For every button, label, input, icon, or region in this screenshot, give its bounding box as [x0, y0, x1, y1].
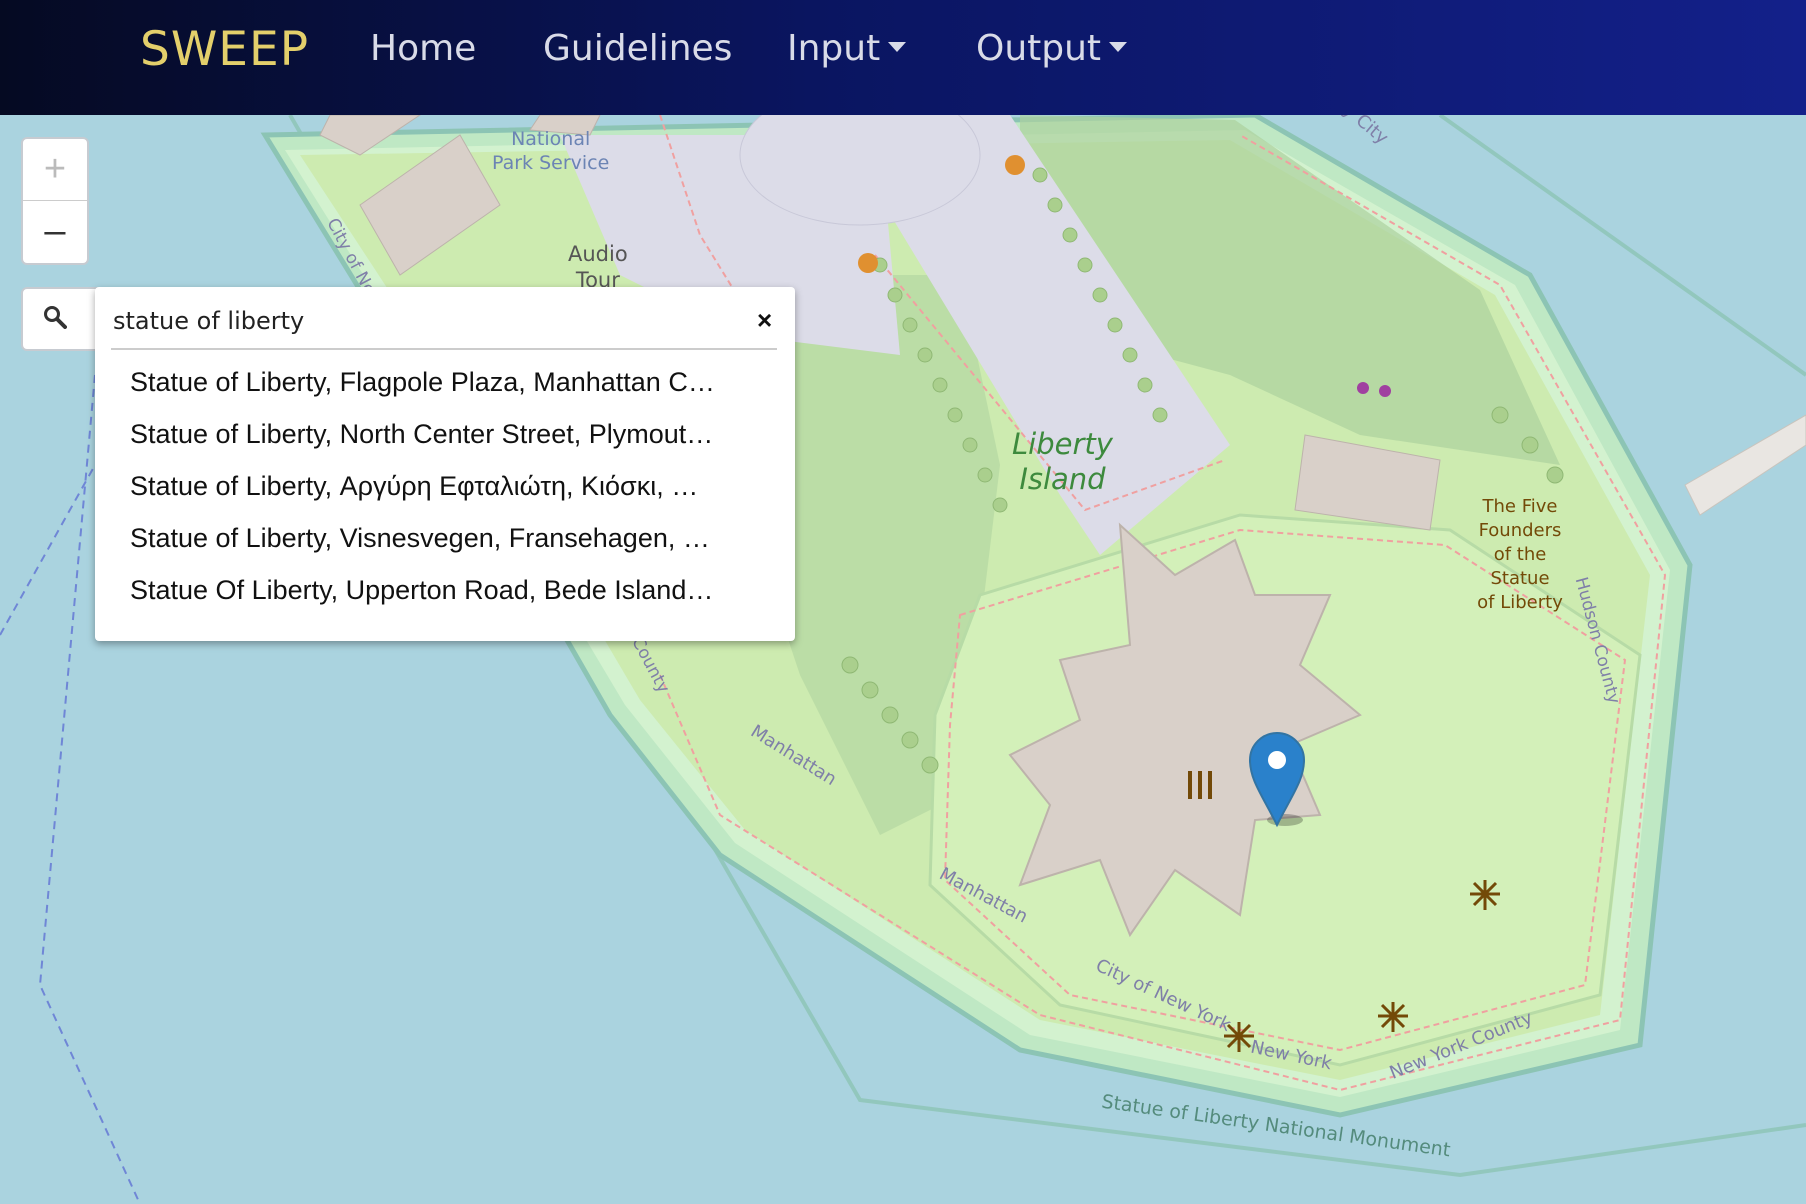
zoom-control: + – — [21, 137, 89, 265]
map-tiles — [0, 115, 1806, 1204]
search-toggle-button[interactable] — [21, 287, 101, 351]
search-result-item[interactable]: Statue of Liberty, Flagpole Plaza, Manha… — [95, 356, 795, 408]
map-label-liberty-island: Liberty Island — [1012, 427, 1113, 497]
map-label-line: Founders — [1478, 520, 1562, 541]
search-icon — [44, 306, 67, 329]
search-result-item[interactable]: Statue of Liberty, Αργύρη Εφταλιώτη, Κιό… — [95, 460, 795, 512]
nav-home-link[interactable]: Home — [370, 28, 476, 69]
map-label-national-park-service: National Park Service — [492, 127, 609, 175]
search-result-item[interactable]: Statue Of Liberty, Upperton Road, Bede I… — [95, 564, 795, 616]
nav-output-dropdown[interactable]: Output — [976, 28, 1128, 69]
map-label-line: Liberty — [1012, 427, 1113, 461]
search-result-item[interactable]: Statue of Liberty, Visnesvegen, Franseha… — [95, 512, 795, 564]
search-results-list: Statue of Liberty, Flagpole Plaza, Manha… — [95, 356, 795, 616]
zoom-out-button[interactable]: – — [23, 201, 87, 262]
nav-guidelines-link[interactable]: Guidelines — [543, 28, 732, 69]
nav-input-dropdown[interactable]: Input — [787, 28, 907, 69]
map-label-line: The Five — [1482, 496, 1558, 517]
map-label-five-founders: The Five Founders of the Statue of Liber… — [1470, 495, 1570, 615]
map-label-line: of Liberty — [1477, 592, 1563, 613]
search-panel: × Statue of Liberty, Flagpole Plaza, Man… — [95, 287, 795, 641]
map-label-line: Island — [1019, 462, 1106, 496]
map-label-audio-tour: Audio Tour — [568, 241, 628, 293]
map-label-line: of the — [1493, 544, 1547, 565]
nav-input-label: Input — [787, 28, 881, 69]
search-input[interactable] — [111, 301, 745, 341]
search-result-item[interactable]: Statue of Liberty, North Center Street, … — [95, 408, 795, 460]
map-canvas[interactable]: National Park Service Audio Tour Liberty… — [0, 115, 1806, 1204]
map-label-line: Statue — [1490, 568, 1550, 589]
map-label-line: Audio — [568, 242, 628, 266]
zoom-in-button[interactable]: + — [23, 139, 87, 201]
map-label-line: National — [511, 128, 591, 150]
top-navbar: SWEEP Home Guidelines Input Output — [0, 0, 1806, 115]
caret-down-icon — [888, 42, 907, 52]
clear-search-button[interactable]: × — [757, 305, 772, 336]
nav-output-label: Output — [976, 28, 1102, 69]
brand-logo[interactable]: SWEEP — [140, 22, 309, 77]
search-divider — [111, 348, 777, 350]
caret-down-icon — [1109, 42, 1128, 52]
map-label-line: Park Service — [492, 152, 610, 174]
